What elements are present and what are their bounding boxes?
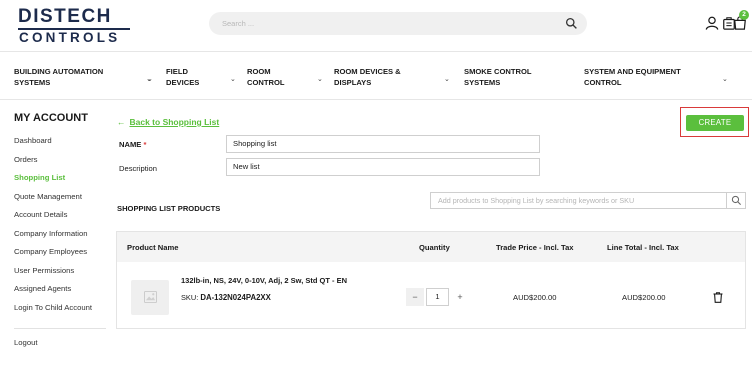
chevron-down-icon: ⌄ bbox=[230, 76, 236, 83]
products-section-title: SHOPPING LIST PRODUCTS bbox=[117, 204, 221, 213]
required-mark: * bbox=[143, 140, 147, 149]
chevron-down-icon: ⌄ bbox=[722, 76, 728, 83]
product-name[interactable]: 132lb-in, NS, 24V, 0-10V, Adj, 2 Sw, Std… bbox=[181, 276, 347, 285]
name-label-text: NAME bbox=[119, 140, 142, 149]
back-to-shopping-list-link[interactable]: ← Back to Shopping List bbox=[117, 117, 219, 127]
table-header: Product Name Quantity Trade Price - Incl… bbox=[117, 232, 745, 262]
nav-item-label: ROOM CONTROL bbox=[247, 67, 285, 87]
logo[interactable]: DISTECH CONTROLS bbox=[18, 6, 130, 45]
back-arrow-icon: ← bbox=[117, 117, 126, 127]
chevron-down-icon: ⌄ bbox=[444, 76, 450, 83]
search-input[interactable] bbox=[209, 12, 539, 35]
logo-line1: DISTECH bbox=[18, 6, 112, 27]
main-nav: BUILDING AUTOMATION SYSTEMS ⌄ FIELD DEVI… bbox=[0, 52, 752, 100]
nav-item-label: FIELD DEVICES bbox=[166, 67, 200, 87]
product-sku: SKU: DA-132N024PA2XX bbox=[181, 293, 271, 302]
chevron-down-icon: ⌄ bbox=[147, 76, 153, 83]
search-divider bbox=[726, 193, 727, 208]
sidebar-item-company-employees[interactable]: Company Employees bbox=[14, 245, 104, 264]
header-quantity: Quantity bbox=[419, 243, 450, 252]
sidebar-item-shopping-list[interactable]: Shopping List bbox=[14, 171, 104, 190]
sku-label: SKU: bbox=[181, 293, 199, 302]
cart-count-badge: 2 bbox=[739, 10, 749, 20]
user-icon[interactable] bbox=[705, 15, 719, 31]
logout-link[interactable]: Logout bbox=[14, 338, 38, 347]
nav-item-smoke-control[interactable]: SMOKE CONTROL SYSTEMS ⌄ bbox=[444, 66, 554, 88]
trash-icon[interactable] bbox=[713, 292, 723, 303]
quantity-increment-button[interactable]: + bbox=[451, 288, 469, 306]
products-table: Product Name Quantity Trade Price - Incl… bbox=[116, 231, 746, 329]
nav-item-room-devices[interactable]: ROOM DEVICES & DISPLAYS ⌄ bbox=[317, 66, 414, 88]
chevron-down-icon: ⌄ bbox=[317, 76, 323, 83]
logo-line2: CONTROLS bbox=[19, 30, 121, 45]
sidebar-item-company-information[interactable]: Company Information bbox=[14, 227, 104, 246]
image-placeholder-icon bbox=[144, 291, 157, 303]
quantity-decrement-button[interactable]: − bbox=[406, 288, 424, 306]
nav-item-field-devices[interactable]: FIELD DEVICES ⌄ bbox=[147, 66, 228, 88]
back-link-label: Back to Shopping List bbox=[129, 117, 220, 127]
trade-price-value: AUD$200.00 bbox=[513, 293, 557, 302]
sidebar-item-quote-management[interactable]: Quote Management bbox=[14, 190, 104, 209]
name-field[interactable]: Shopping list bbox=[226, 135, 540, 153]
sku-value: DA-132N024PA2XX bbox=[200, 293, 271, 302]
header-trade-price: Trade Price - Incl. Tax bbox=[496, 243, 574, 252]
sidebar-item-login-child-account[interactable]: Login To Child Account bbox=[14, 301, 104, 320]
search-bar bbox=[209, 12, 587, 35]
sidebar-item-dashboard[interactable]: Dashboard bbox=[14, 134, 104, 153]
sidebar-item-assigned-agents[interactable]: Assigned Agents bbox=[14, 282, 104, 301]
sidebar-title: MY ACCOUNT bbox=[14, 112, 88, 124]
sidebar-item-account-details[interactable]: Account Details bbox=[14, 208, 104, 227]
nav-item-label: ROOM DEVICES & DISPLAYS bbox=[334, 67, 401, 87]
line-total-value: AUD$200.00 bbox=[622, 293, 666, 302]
sidebar-divider bbox=[14, 328, 106, 329]
quantity-stepper: − 1 + bbox=[406, 288, 469, 306]
search-icon[interactable] bbox=[731, 195, 742, 206]
add-products-search bbox=[430, 192, 746, 209]
nav-item-room-control[interactable]: ROOM CONTROL ⌄ bbox=[230, 66, 307, 88]
nav-item-system-equipment[interactable]: SYSTEM AND EQUIPMENT CONTROL ⌄ bbox=[584, 66, 734, 88]
add-products-input[interactable] bbox=[431, 193, 723, 208]
nav-item-label: SMOKE CONTROL SYSTEMS bbox=[464, 67, 532, 87]
site-header: DISTECH CONTROLS 2 bbox=[0, 0, 752, 52]
nav-item-label: BUILDING AUTOMATION SYSTEMS bbox=[14, 67, 104, 87]
header-product-name: Product Name bbox=[127, 243, 179, 252]
description-field[interactable]: New list bbox=[226, 158, 540, 176]
nav-item-label: SYSTEM AND EQUIPMENT CONTROL bbox=[584, 67, 681, 87]
create-button-highlight: CREATE bbox=[680, 107, 749, 137]
nav-item-building-automation[interactable]: BUILDING AUTOMATION SYSTEMS ⌄ bbox=[14, 66, 152, 88]
sidebar-item-user-permissions[interactable]: User Permissions bbox=[14, 264, 104, 283]
product-thumbnail[interactable] bbox=[131, 280, 169, 315]
account-sidebar: MY ACCOUNT Dashboard Orders Shopping Lis… bbox=[14, 112, 106, 347]
sidebar-item-orders[interactable]: Orders bbox=[14, 153, 104, 172]
quantity-input[interactable]: 1 bbox=[426, 288, 449, 306]
name-label: NAME * bbox=[119, 140, 146, 149]
search-icon[interactable] bbox=[565, 17, 578, 30]
description-label: Description bbox=[119, 164, 157, 173]
create-button[interactable]: CREATE bbox=[686, 115, 744, 131]
header-line-total: Line Total - Incl. Tax bbox=[607, 243, 679, 252]
